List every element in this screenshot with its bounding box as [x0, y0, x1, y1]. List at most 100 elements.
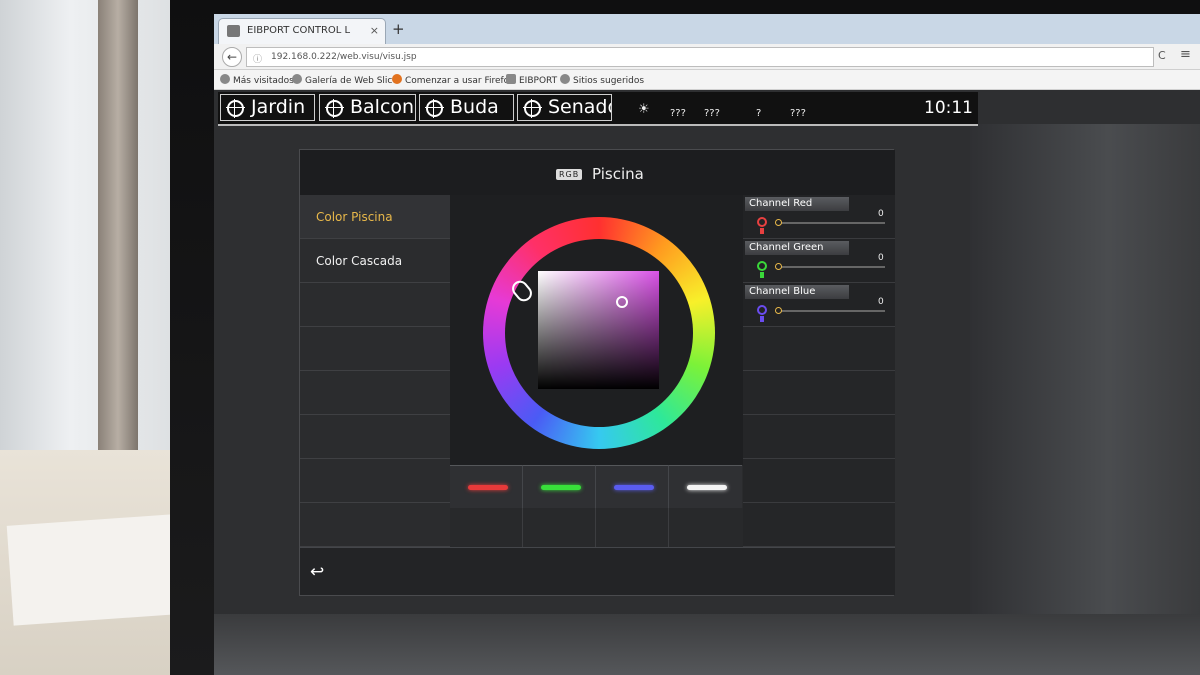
tab-title: EIBPORT CONTROL L	[247, 25, 351, 36]
preset-red-button[interactable]	[450, 465, 523, 508]
screen-background-lower	[214, 614, 1200, 675]
site-info-icon[interactable]: ⓘ	[253, 52, 262, 65]
crosshair-icon	[523, 99, 542, 118]
slider-handle[interactable]	[775, 219, 782, 226]
preset-blue-button[interactable]	[596, 465, 669, 508]
menu-empty-cell	[300, 503, 450, 547]
bulb-icon	[757, 217, 767, 234]
panel-header: RGB Piscina	[300, 150, 895, 195]
channel-value: 0	[878, 297, 884, 307]
channel-label: Channel Green	[745, 241, 849, 255]
browser-tabstrip: EIBPORT CONTROL L × +	[214, 14, 1200, 44]
menu-empty-cell	[300, 459, 450, 503]
room-label: Senador	[548, 96, 611, 118]
web-slice-icon	[292, 74, 302, 84]
bookmark-sitios-sugeridos[interactable]: Sitios sugeridos	[560, 74, 644, 86]
preset-red-swatch	[468, 485, 508, 490]
reload-button[interactable]: C	[1158, 49, 1166, 62]
bulb-icon	[757, 261, 767, 278]
preset-green-swatch	[541, 485, 581, 490]
weather-icon: ☀	[638, 102, 650, 117]
bookmark-label: EIBPORT	[519, 76, 558, 86]
menu-item-color-cascada[interactable]: Color Cascada	[300, 239, 450, 283]
room-label: Jardin	[251, 96, 306, 118]
empty-cell	[450, 508, 523, 547]
empty-cell	[596, 508, 669, 547]
weather-value: ?	[756, 108, 762, 119]
channel-value: 0	[878, 209, 884, 219]
bookmark-web-slice[interactable]: Galería de Web Slice	[292, 74, 398, 86]
firefox-icon	[392, 74, 402, 84]
channel-list: Channel Red 0 Channel Green 0 Channel Bl…	[743, 195, 895, 547]
new-tab-button[interactable]: +	[392, 20, 405, 38]
channel-empty-cell	[743, 415, 895, 459]
menu-item-color-piscina[interactable]: Color Piscina	[300, 195, 450, 239]
browser-menu-button[interactable]: ≡	[1180, 47, 1191, 62]
back-arrow-icon[interactable]: ↩	[310, 562, 324, 582]
background-pillar	[98, 0, 138, 455]
preset-blue-swatch	[614, 485, 654, 490]
browser-back-button[interactable]: ←	[222, 47, 242, 67]
screen-background	[970, 124, 1200, 675]
preset-empty-row	[450, 508, 743, 547]
menu-empty-cell	[300, 415, 450, 459]
bookmark-label: Comenzar a usar Firefox	[405, 76, 515, 86]
room-label: Buda	[450, 96, 499, 118]
menu-empty-cell	[300, 283, 450, 327]
channel-label: Channel Blue	[745, 285, 849, 299]
room-button-balcon[interactable]: Balcon	[319, 94, 416, 121]
panel-menu: Color Piscina Color Cascada	[300, 195, 450, 547]
menu-empty-cell	[300, 327, 450, 371]
empty-cell	[523, 508, 596, 547]
channel-empty-cell	[743, 371, 895, 415]
bookmark-eibport[interactable]: EIBPORT	[506, 74, 557, 86]
channel-blue: Channel Blue 0	[743, 283, 895, 327]
crosshair-icon	[325, 99, 344, 118]
bookmark-label: Galería de Web Slice	[305, 76, 398, 86]
slider-handle[interactable]	[775, 307, 782, 314]
room-button-senador[interactable]: Senador	[517, 94, 612, 121]
rgb-panel: RGB Piscina Color Piscina Color Cascada	[299, 149, 895, 596]
room-button-buda[interactable]: Buda	[419, 94, 514, 121]
preset-white-button[interactable]	[669, 465, 742, 508]
saturation-value-square[interactable]	[538, 271, 659, 389]
room-button-jardin[interactable]: Jardin	[220, 94, 315, 121]
room-label: Balcon	[350, 96, 415, 118]
monitor-screen: EIBPORT CONTROL L × + ← ⓘ 192.168.0.222/…	[214, 14, 1200, 675]
channel-green-slider[interactable]	[775, 263, 885, 270]
background-wall	[0, 0, 175, 460]
url-input[interactable]: ⓘ 192.168.0.222/web.visu/visu.jsp	[246, 47, 1154, 67]
bookmark-firefox[interactable]: Comenzar a usar Firefox	[392, 74, 514, 86]
folder-icon	[220, 74, 230, 84]
menu-empty-cell	[300, 371, 450, 415]
color-picker	[450, 195, 743, 465]
visu-header: Jardin Balcon Buda Senador ☀ ??? ??? ? ?…	[218, 92, 978, 126]
channel-red-slider[interactable]	[775, 219, 885, 226]
preset-green-button[interactable]	[523, 465, 596, 508]
weather-value: ???	[790, 108, 806, 119]
url-text: 192.168.0.222/web.visu/visu.jsp	[271, 52, 417, 62]
color-cursor[interactable]	[616, 296, 628, 308]
tab-close-icon[interactable]: ×	[370, 24, 379, 37]
browser-tab[interactable]: EIBPORT CONTROL L ×	[218, 18, 386, 44]
channel-value: 0	[878, 253, 884, 263]
panel-footer: ↩	[300, 547, 895, 595]
channel-empty-cell	[743, 327, 895, 371]
bookmark-mas-visitados[interactable]: Más visitados	[220, 74, 294, 86]
color-presets	[450, 465, 743, 508]
slider-handle[interactable]	[775, 263, 782, 270]
weather-value: ???	[704, 108, 720, 119]
bookmarks-bar: Más visitados Galería de Web Slice Comen…	[214, 70, 1200, 90]
preset-white-swatch	[687, 485, 727, 490]
bookmark-label: Más visitados	[233, 76, 294, 86]
bookmark-label: Sitios sugeridos	[573, 76, 645, 86]
weather-value: ???	[670, 108, 686, 119]
suggested-sites-icon	[560, 74, 570, 84]
crosshair-icon	[226, 99, 245, 118]
channel-blue-slider[interactable]	[775, 307, 885, 314]
clock: 10:11	[924, 98, 973, 118]
channel-empty-cell	[743, 459, 895, 503]
channel-empty-cell	[743, 503, 895, 547]
browser-navbar: ← ⓘ 192.168.0.222/web.visu/visu.jsp C ≡	[214, 44, 1200, 70]
background-paper	[6, 514, 179, 626]
